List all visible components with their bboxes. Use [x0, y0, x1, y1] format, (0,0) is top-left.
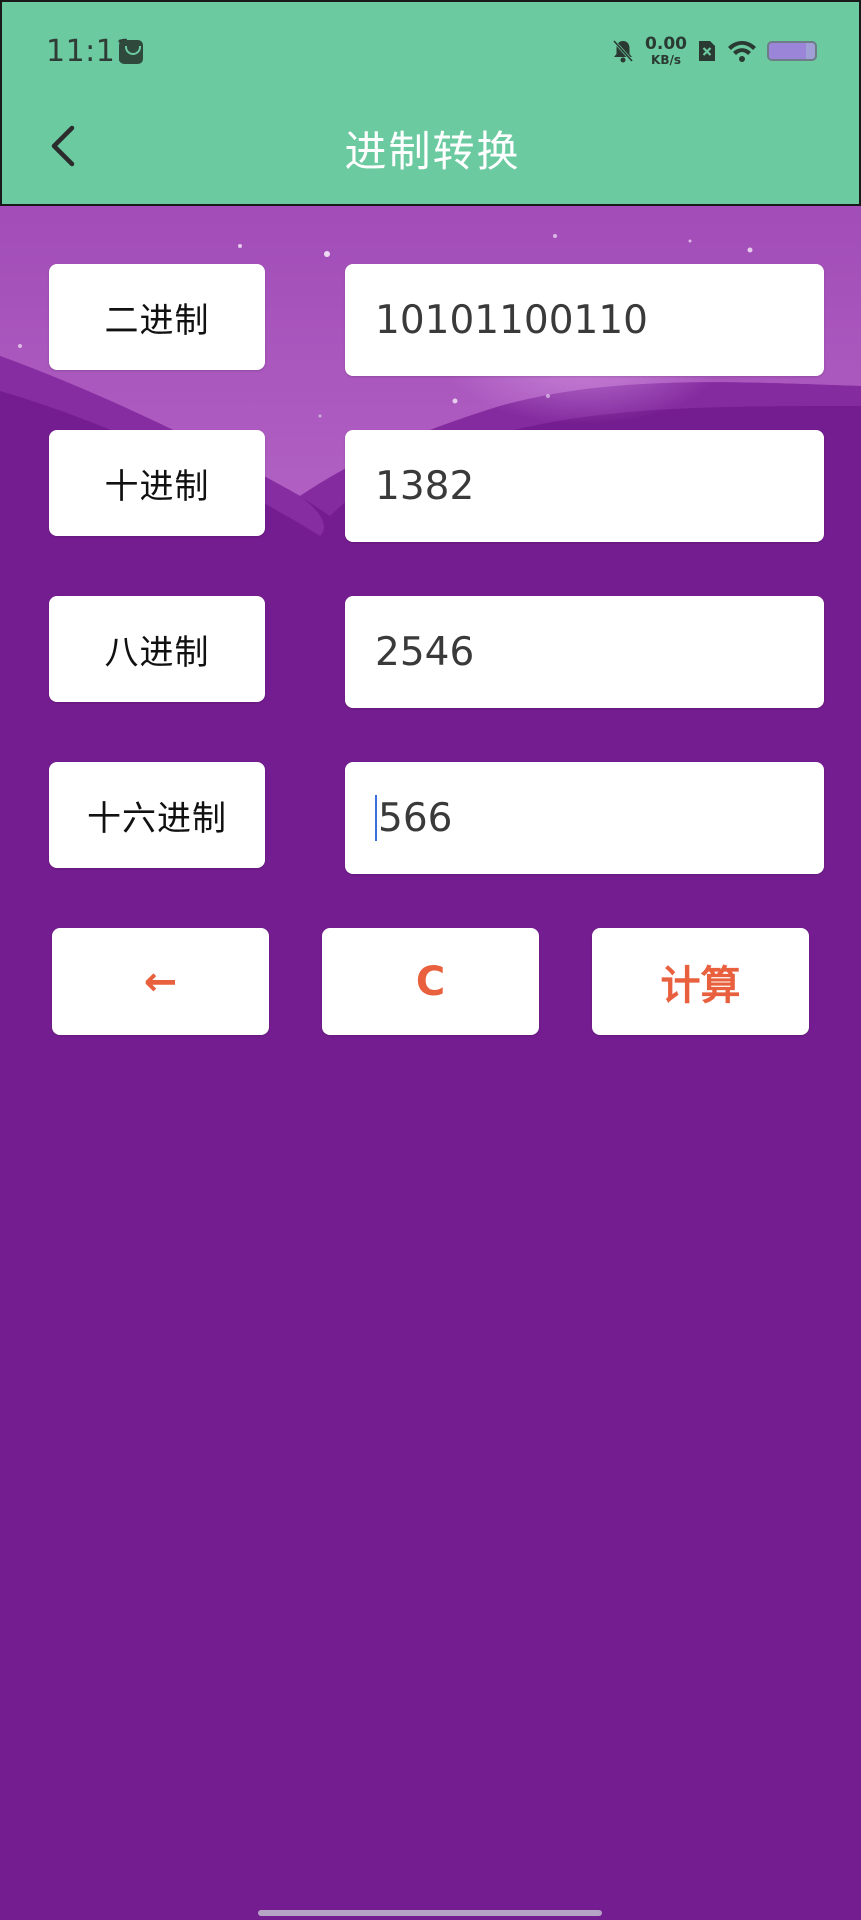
bell-muted-icon	[611, 38, 635, 64]
binary-row: 二进制 10101100110	[0, 258, 861, 376]
page-title: 进制转换	[344, 127, 521, 176]
octal-row: 八进制 2546	[0, 590, 861, 708]
app-header: 11:11 0.00 KB/s 进制转换	[0, 0, 861, 206]
status-icons: 0.00 KB/s	[611, 36, 817, 66]
text-caret	[375, 795, 377, 841]
decimal-label-button[interactable]: 十进制	[49, 430, 265, 536]
clear-button[interactable]: C	[322, 928, 539, 1035]
shopping-bag-icon	[119, 40, 143, 64]
octal-input[interactable]: 2546	[345, 596, 824, 708]
octal-value: 2546	[375, 629, 475, 675]
network-speed-value: 0.00	[645, 34, 687, 54]
binary-input[interactable]: 10101100110	[345, 264, 824, 376]
battery-level	[769, 43, 806, 59]
wifi-icon	[727, 39, 757, 63]
binary-value: 10101100110	[375, 297, 648, 343]
screen: 11:11 0.00 KB/s 进制转换 二进制 10101100110 十进制…	[0, 0, 861, 1920]
calculate-button[interactable]: 计算	[592, 928, 809, 1035]
decimal-input[interactable]: 1382	[345, 430, 824, 542]
hex-label-button[interactable]: 十六进制	[49, 762, 265, 868]
battery-indicator	[767, 41, 817, 61]
network-speed: 0.00 KB/s	[645, 34, 687, 67]
binary-label-button[interactable]: 二进制	[49, 264, 265, 370]
decimal-value: 1382	[375, 463, 475, 509]
network-speed-unit: KB/s	[651, 53, 682, 67]
octal-label-button[interactable]: 八进制	[49, 596, 265, 702]
hex-value: 566	[378, 795, 453, 841]
no-sim-icon	[697, 39, 717, 63]
hex-input[interactable]: 566	[345, 762, 824, 874]
hex-row: 十六进制 566	[0, 756, 861, 874]
backspace-button[interactable]: ←	[52, 928, 269, 1035]
decimal-row: 十进制 1382	[0, 424, 861, 542]
home-indicator[interactable]	[258, 1910, 602, 1916]
